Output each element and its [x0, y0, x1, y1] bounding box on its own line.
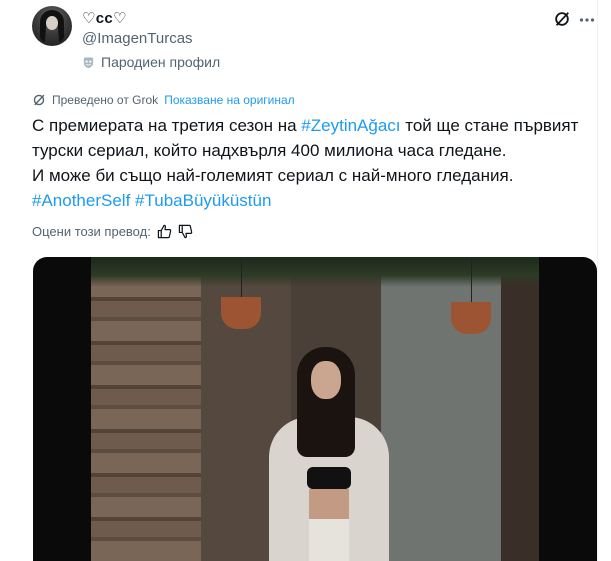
grok-small-icon [33, 94, 45, 106]
more-icon[interactable] [579, 12, 595, 28]
video-frame [91, 257, 539, 561]
rate-translation: Оцени този превод: [32, 224, 193, 239]
thumb-down-icon[interactable] [178, 224, 193, 239]
hashtag-link[interactable]: #ZeytinAğacı [301, 116, 400, 135]
grok-icon[interactable] [553, 10, 571, 28]
timeline-border [597, 0, 598, 561]
tweet-text-segment: С премиерата на третия сезон на [32, 116, 302, 135]
thumb-up-icon[interactable] [157, 224, 172, 239]
tweet-text-segment: той ще стане първият [400, 116, 579, 135]
tweet-line-1: С премиерата на третия сезон на #ZeytinA… [32, 113, 592, 138]
parody-label: Пародиен профил [82, 54, 220, 70]
show-original-link[interactable]: Показване на оригинал [164, 93, 294, 107]
tweet-line-4: #AnotherSelf #TubaBüyüküstün [32, 188, 592, 213]
translation-bar: Преведено от Grok Показване на оригинал [32, 93, 295, 107]
video-player[interactable] [33, 257, 597, 561]
hashtag-link[interactable]: #AnotherSelf [32, 191, 130, 210]
tweet-line-3: И може би също най-големият сериал с най… [32, 166, 514, 185]
avatar[interactable] [32, 6, 72, 46]
hashtag-link[interactable]: #TubaBüyüküstün [135, 191, 271, 210]
display-name[interactable]: ♡ᴄᴄ♡ [82, 9, 127, 27]
tweet-line-2: турски сериал, който надхвърля 400 милио… [32, 141, 507, 160]
mask-icon [83, 56, 94, 68]
person-figure [269, 347, 389, 561]
user-handle[interactable]: @ImagenTurcas [82, 30, 193, 47]
tweet-text: С премиерата на третия сезон на #ZeytinA… [32, 113, 592, 213]
parody-label-text: Пародиен профил [101, 54, 221, 70]
translated-from-label: Преведено от Grok [52, 93, 159, 107]
rate-label: Оцени този превод: [32, 224, 151, 239]
